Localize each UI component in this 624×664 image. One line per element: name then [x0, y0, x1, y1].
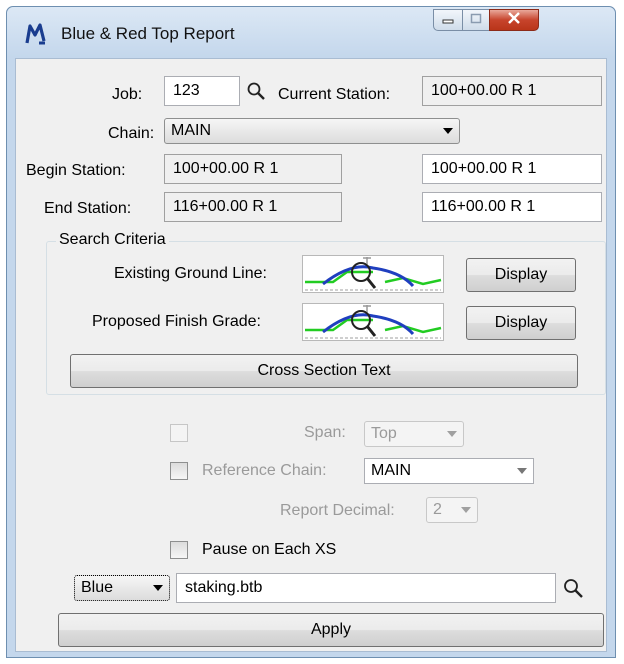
output-file-input[interactable]: staking.btb — [176, 573, 556, 603]
chevron-down-icon — [461, 507, 471, 513]
pause-label: Pause on Each XS — [202, 541, 337, 558]
chain-dropdown[interactable]: MAIN — [164, 118, 460, 144]
end-station-label: End Station: — [44, 200, 132, 217]
chain-label: Chain: — [108, 125, 155, 142]
chain-dropdown-value: MAIN — [171, 122, 211, 139]
maximize-button[interactable] — [462, 9, 490, 31]
end-station-readonly: 116+00.00 R 1 — [164, 192, 342, 222]
report-decimal-label: Report Decimal: — [280, 502, 395, 519]
chevron-down-icon — [443, 128, 453, 134]
minimize-button[interactable] — [433, 9, 463, 31]
reference-chain-dropdown-value: MAIN — [371, 462, 411, 479]
job-search-icon[interactable] — [246, 81, 266, 101]
reference-chain-label: Reference Chain: — [202, 462, 327, 479]
color-dropdown[interactable]: Blue — [74, 575, 170, 601]
job-input[interactable]: 123 — [164, 76, 240, 106]
maximize-icon — [470, 11, 482, 29]
job-label: Job: — [112, 86, 143, 103]
begin-station-readonly: 100+00.00 R 1 — [164, 154, 342, 184]
minimize-icon — [442, 11, 454, 29]
chevron-down-icon — [517, 468, 527, 474]
close-button[interactable] — [489, 9, 539, 31]
proposed-finish-display-button[interactable]: Display — [466, 306, 576, 340]
span-dropdown-value: Top — [371, 425, 397, 442]
end-station-input[interactable]: 116+00.00 R 1 — [422, 192, 602, 222]
current-station-label: Current Station: — [278, 86, 391, 103]
cross-section-preview-icon — [303, 304, 443, 345]
close-icon — [507, 11, 521, 29]
file-search-icon[interactable] — [562, 577, 584, 599]
search-criteria-title: Search Criteria — [56, 231, 169, 249]
apply-button[interactable]: Apply — [58, 613, 604, 647]
pause-checkbox[interactable] — [170, 541, 188, 559]
span-dropdown[interactable]: Top — [364, 421, 464, 447]
report-decimal-dropdown-value: 2 — [433, 501, 442, 518]
chevron-down-icon — [447, 431, 457, 437]
begin-station-label: Begin Station: — [26, 162, 126, 179]
current-station-field: 100+00.00 R 1 — [422, 76, 602, 106]
cross-section-text-button[interactable]: Cross Section Text — [70, 354, 578, 388]
cross-section-preview-icon — [303, 256, 443, 297]
reference-chain-checkbox[interactable] — [170, 462, 188, 480]
dialog-window: Blue & Red Top Report Job: 123 Current S… — [6, 6, 616, 658]
begin-station-input[interactable]: 100+00.00 R 1 — [422, 154, 602, 184]
proposed-finish-preview[interactable] — [302, 303, 444, 341]
chevron-down-icon — [153, 585, 163, 591]
span-label: Span: — [304, 424, 346, 441]
existing-ground-preview[interactable] — [302, 255, 444, 293]
span-checkbox[interactable] — [170, 424, 188, 442]
report-decimal-dropdown[interactable]: 2 — [426, 497, 478, 523]
window-title: Blue & Red Top Report — [61, 24, 235, 43]
microstation-m-icon — [25, 23, 47, 45]
dialog-body: Job: 123 Current Station: 100+00.00 R 1 … — [15, 58, 607, 652]
title-bar[interactable]: Blue & Red Top Report — [7, 7, 615, 57]
reference-chain-dropdown[interactable]: MAIN — [364, 458, 534, 484]
color-dropdown-value: Blue — [81, 579, 114, 596]
existing-ground-display-button[interactable]: Display — [466, 258, 576, 292]
proposed-finish-label: Proposed Finish Grade: — [92, 313, 261, 330]
existing-ground-label: Existing Ground Line: — [114, 265, 267, 282]
